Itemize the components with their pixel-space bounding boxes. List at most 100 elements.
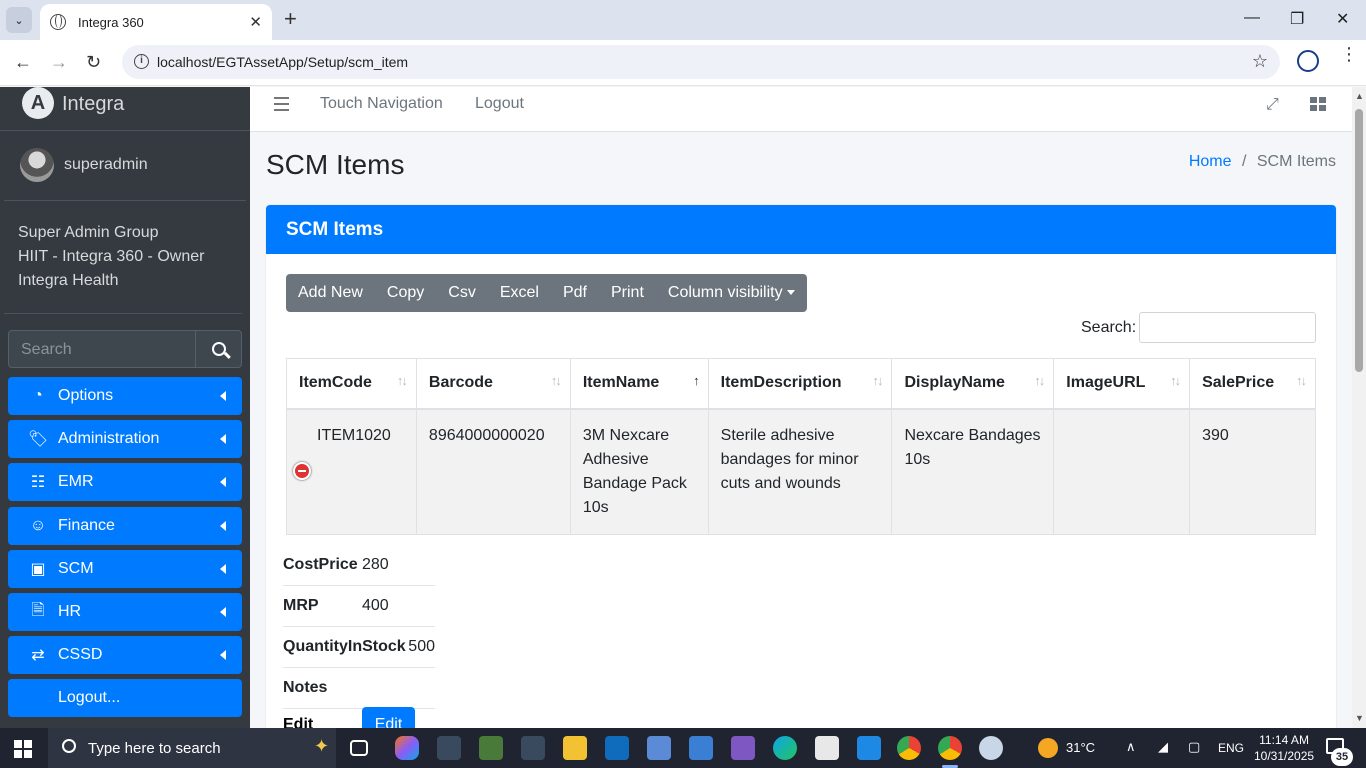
reload-icon[interactable]: ↻ <box>86 52 101 73</box>
hamburger-menu-icon[interactable] <box>274 97 289 115</box>
control-sidebar-icon[interactable] <box>1310 97 1326 111</box>
paint-icon[interactable] <box>979 736 1003 760</box>
cell-imageurl <box>1053 408 1191 535</box>
user-panel[interactable]: superadmin <box>4 133 246 201</box>
column-header-itemname[interactable]: ItemName ↑ <box>569 358 709 410</box>
column-header-saleprice[interactable]: SalePrice ↑↓ <box>1189 358 1316 410</box>
sidebar-item-label: Options <box>58 387 114 404</box>
minimize-icon[interactable]: — <box>1244 9 1260 27</box>
clock[interactable]: 11:14 AM 10/31/2025 <box>1254 732 1314 764</box>
column-visibility-button[interactable]: Column visibility <box>656 274 807 312</box>
sidebar-item-logout[interactable]: Logout... <box>8 679 242 717</box>
app-icon-2[interactable] <box>689 736 713 760</box>
tab-title: Integra 360 <box>78 14 144 30</box>
window-close-icon[interactable]: ✕ <box>1336 9 1349 29</box>
restore-icon[interactable]: ❐ <box>1290 9 1304 29</box>
browser-tab[interactable]: Integra 360 ✕ <box>40 4 272 40</box>
sidebar-item-label: HR <box>58 603 82 620</box>
gauge-icon: ◔ <box>33 387 43 404</box>
print-button[interactable]: Print <box>599 274 656 312</box>
edit-button[interactable]: Edit <box>362 707 415 728</box>
language-indicator[interactable]: ENG <box>1218 741 1244 755</box>
tab-search-button[interactable]: ⌄ <box>6 7 32 33</box>
sort-icon: ↑↓ <box>396 373 408 388</box>
close-tab-icon[interactable]: ✕ <box>249 13 262 31</box>
tray-overflow-icon[interactable]: ∧ <box>1126 739 1136 755</box>
url-field[interactable]: i localhost/EGTAssetApp/Setup/scm_item ☆ <box>122 45 1280 79</box>
vscode-icon[interactable] <box>857 736 881 760</box>
sidebar-item-scm[interactable]: ▣ SCM <box>8 550 242 588</box>
table-button-group: Add New Copy Csv Excel Pdf Print Column … <box>286 274 807 312</box>
temperature[interactable]: 31°C <box>1066 740 1095 755</box>
chrome-icon[interactable] <box>897 736 921 760</box>
group-line: HIIT - Integra 360 - Owner <box>18 248 205 265</box>
sidebar: A Integra superadmin Super Admin Group H… <box>0 87 250 728</box>
column-header-itemdescription[interactable]: ItemDescription ↑↓ <box>707 358 893 410</box>
pdf-button[interactable]: Pdf <box>551 274 599 312</box>
taskbar-search[interactable]: Type here to search ✦ <box>48 728 336 768</box>
table-search-input[interactable] <box>1139 312 1316 343</box>
table-row[interactable]: ITEM1020 8964000000020 3M Nexcare Adhesi… <box>286 408 1316 535</box>
weather-icon[interactable] <box>1038 738 1058 758</box>
scroll-down-icon[interactable]: ▼ <box>1355 713 1364 723</box>
task-view-icon[interactable] <box>350 740 368 756</box>
copilot-icon[interactable] <box>395 736 419 760</box>
tools-app-icon-3[interactable] <box>521 736 545 760</box>
group-line: Integra Health <box>18 272 119 289</box>
column-header-barcode[interactable]: Barcode ↑↓ <box>415 358 571 410</box>
sort-icon: ↑↓ <box>1034 373 1045 388</box>
url-text[interactable]: localhost/EGTAssetApp/Setup/scm_item <box>157 54 408 70</box>
scroll-up-icon[interactable]: ▲ <box>1355 91 1364 101</box>
collapse-row-icon[interactable] <box>293 461 311 480</box>
brand-link[interactable]: A Integra <box>0 87 250 131</box>
column-header-imageurl[interactable]: ImageURL ↑↓ <box>1053 358 1191 410</box>
tools-app-icon[interactable] <box>437 736 461 760</box>
new-tab-button[interactable]: + <box>284 8 297 30</box>
sidebar-item-emr[interactable]: ☷ EMR <box>8 463 242 501</box>
sidebar-item-finance[interactable]: ☺ Finance <box>8 507 242 545</box>
file-explorer-icon[interactable] <box>563 736 587 760</box>
windows-start-icon[interactable] <box>14 740 32 758</box>
app-icon-3[interactable] <box>815 736 839 760</box>
sidebar-item-options[interactable]: ◔ Options <box>8 377 242 415</box>
page-scrollbar[interactable]: ▲ ▼ <box>1352 87 1366 728</box>
visual-studio-icon[interactable] <box>731 736 755 760</box>
csv-button[interactable]: Csv <box>436 274 488 312</box>
fullscreen-icon[interactable]: ⤢ <box>1266 96 1279 114</box>
sidebar-search-button[interactable] <box>195 331 241 367</box>
display-icon[interactable]: ▢ <box>1188 739 1200 755</box>
main-content: SCM Items Home / SCM Items SCM Items Add… <box>250 132 1352 728</box>
profile-icon[interactable] <box>1297 50 1319 72</box>
search-icon <box>62 739 76 753</box>
tools-app-icon-2[interactable] <box>479 736 503 760</box>
app-icon[interactable] <box>647 736 671 760</box>
avatar <box>20 148 54 182</box>
breadcrumb-home-link[interactable]: Home <box>1189 153 1232 170</box>
excel-button[interactable]: Excel <box>488 274 551 312</box>
cell-itemname: 3M Nexcare Adhesive Bandage Pack 10s <box>569 408 709 535</box>
sidebar-search-input[interactable]: Search <box>21 341 72 359</box>
edge-icon[interactable] <box>773 736 797 760</box>
copy-button[interactable]: Copy <box>375 274 436 312</box>
network-icon[interactable]: ◢ <box>1158 739 1168 755</box>
sidebar-item-hr[interactable]: 🗎 HR <box>8 593 242 631</box>
add-new-button[interactable]: Add New <box>286 274 375 312</box>
scrollbar-thumb[interactable] <box>1355 109 1363 372</box>
site-info-icon[interactable]: i <box>134 54 149 69</box>
user-name[interactable]: superadmin <box>64 156 148 174</box>
browser-menu-icon[interactable]: ⋮ <box>1340 45 1358 63</box>
sidebar-item-administration[interactable]: 🏷 Administration <box>8 420 242 458</box>
back-icon[interactable]: ← <box>14 52 32 73</box>
column-header-displayname[interactable]: DisplayName ↑↓ <box>891 358 1055 410</box>
chrome-icon-active[interactable] <box>938 736 962 760</box>
outlook-icon[interactable] <box>605 736 629 760</box>
sidebar-search[interactable]: Search <box>8 330 242 368</box>
column-header-itemcode[interactable]: ItemCode ↑↓ <box>286 358 417 410</box>
address-bar-row: ← → ↻ i localhost/EGTAssetApp/Setup/scm_… <box>0 40 1366 86</box>
logout-link[interactable]: Logout <box>475 95 524 113</box>
sidebar-item-cssd[interactable]: ⇄ CSSD <box>8 636 242 674</box>
taskbar-search-placeholder[interactable]: Type here to search <box>88 740 221 757</box>
forward-icon[interactable]: → <box>50 52 68 73</box>
bookmark-star-icon[interactable]: ☆ <box>1252 51 1268 72</box>
touch-navigation-link[interactable]: Touch Navigation <box>320 95 443 113</box>
